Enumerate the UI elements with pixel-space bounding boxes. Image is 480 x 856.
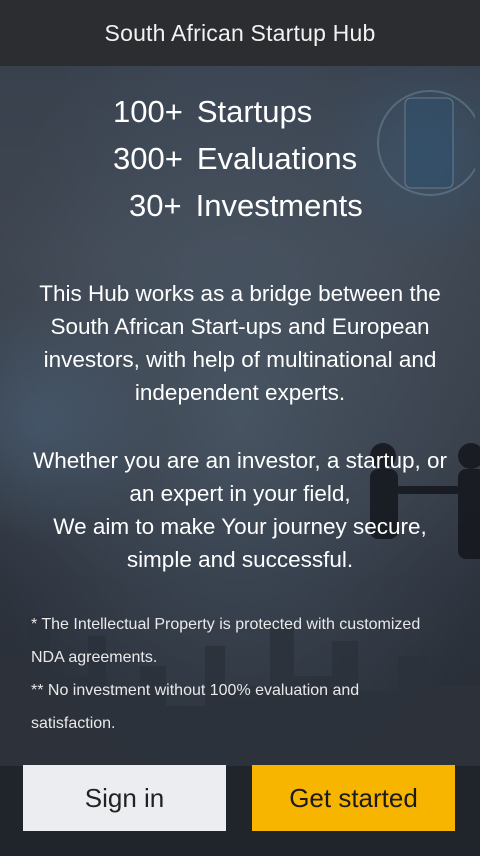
app-title: South African Startup Hub	[104, 19, 376, 46]
intro-line: South African Start-ups and European	[50, 314, 430, 339]
footnote-line: * The Intellectual Property is protected…	[31, 616, 421, 633]
stat-label: Investments	[195, 188, 363, 223]
mission-line: an expert in your field,	[129, 481, 351, 506]
intro-line: investors, with help of multinational an…	[43, 347, 437, 372]
stat-startups: 100+ Startups	[113, 94, 312, 140]
mission-line: We aim to make Your journey secure,	[53, 514, 427, 539]
intro-line: This Hub works as a bridge between the	[39, 281, 441, 306]
get-started-label: Get started	[289, 782, 418, 813]
footnote-line: NDA agreements.	[31, 649, 158, 666]
get-started-button[interactable]: Get started	[252, 765, 455, 831]
intro-line: independent experts.	[134, 380, 346, 405]
stat-investments: 30+ Investments	[129, 188, 363, 234]
mission-line: simple and successful.	[126, 547, 354, 572]
sign-in-button[interactable]: Sign in	[23, 765, 226, 831]
sign-in-label: Sign in	[84, 782, 165, 813]
intro-paragraph: This Hub works as a bridge between the S…	[0, 277, 480, 409]
stat-number: 300+	[113, 141, 183, 176]
footnote-line: satisfaction.	[31, 715, 116, 732]
stat-label: Evaluations	[196, 141, 358, 176]
footnote-line: ** No investment without 100% evaluation…	[31, 682, 360, 699]
stat-label: Startups	[196, 94, 313, 129]
mission-line: Whether you are an investor, a startup, …	[33, 448, 447, 473]
stat-number: 100+	[113, 94, 183, 129]
mission-paragraph: Whether you are an investor, a startup, …	[0, 444, 480, 576]
stat-evaluations: 300+ Evaluations	[113, 141, 357, 187]
stat-number: 30+	[129, 188, 182, 223]
app-header: South African Startup Hub	[0, 0, 480, 66]
footnotes: * The Intellectual Property is protected…	[31, 608, 461, 740]
